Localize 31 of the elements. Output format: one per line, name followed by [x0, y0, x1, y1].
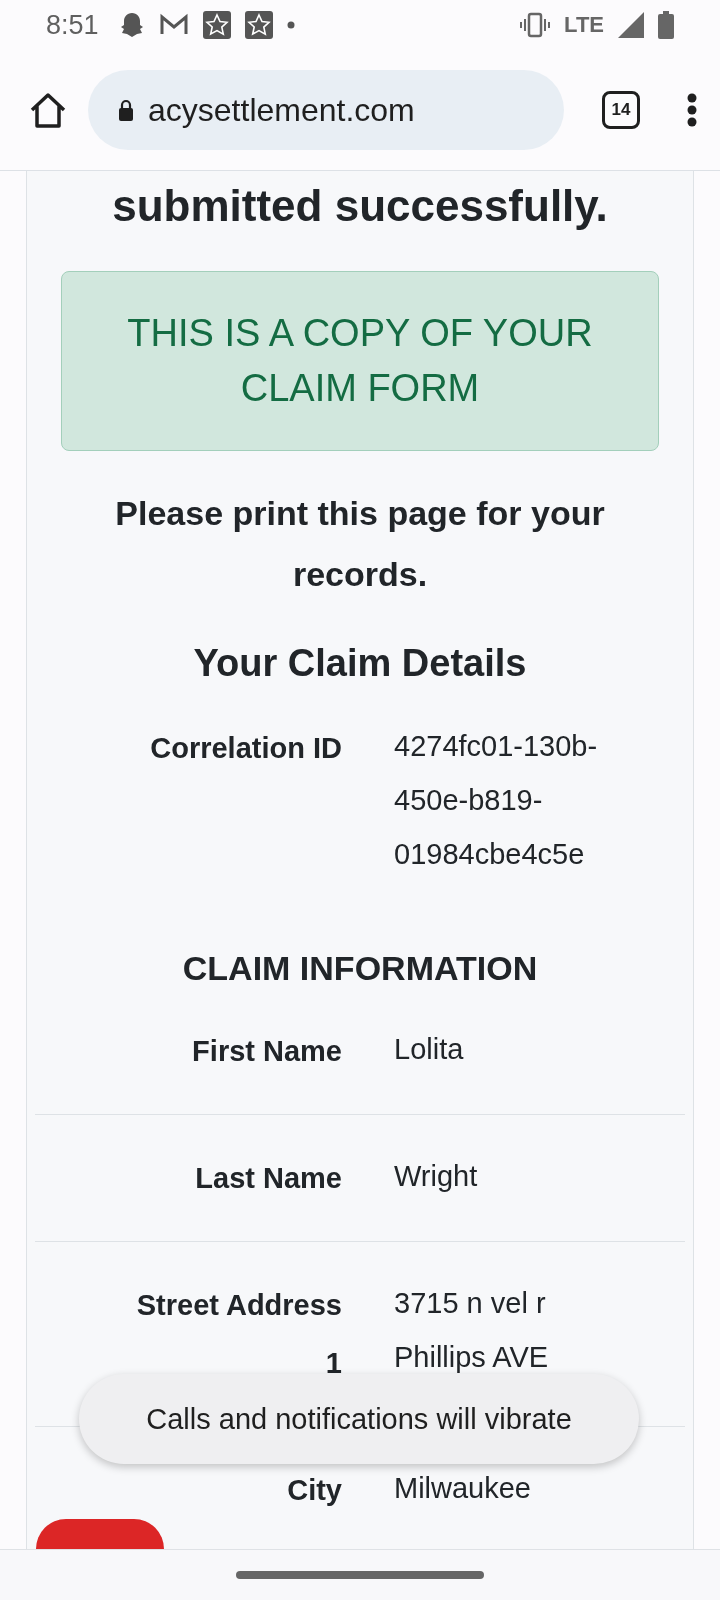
- vibrate-toast: Calls and notifications will vibrate: [79, 1374, 639, 1464]
- field-label: Last Name: [194, 1160, 342, 1196]
- field-label: City: [286, 1472, 342, 1508]
- gesture-handle[interactable]: [236, 1571, 484, 1579]
- alert-message: THIS IS A COPY OF YOUR CLAIM FORM: [61, 271, 659, 452]
- home-icon[interactable]: [28, 91, 68, 129]
- status-time: 8:51: [46, 9, 99, 41]
- section-title: CLAIM INFORMATION: [181, 948, 539, 988]
- address-bar[interactable]: acysettlement.com: [88, 70, 564, 150]
- field-value: 3715 n vel r Phillips AVE: [394, 1285, 550, 1375]
- mail-icon: [158, 13, 189, 37]
- field-label: First Name: [191, 1033, 342, 1069]
- field-value: Wright: [394, 1158, 479, 1194]
- field-value: Milwaukee: [394, 1470, 532, 1506]
- star-app-icon: [244, 11, 273, 39]
- tab-switcher-button[interactable]: 14: [602, 91, 640, 129]
- dot-icon: [286, 21, 295, 29]
- field-value: 4274fc01-130b-450e-b819-01984cbe4c5e: [394, 728, 599, 872]
- signal-icon: [618, 12, 644, 38]
- field-label: Correlation ID: [149, 730, 342, 766]
- star-app-icon: [202, 11, 231, 39]
- field-value: Lolita: [394, 1031, 465, 1067]
- battery-icon: [658, 11, 674, 39]
- vibrate-icon: [520, 12, 551, 38]
- lock-icon: [118, 99, 134, 121]
- section-title: Your Claim Details: [192, 641, 528, 685]
- url-text: acysettlement.com: [148, 91, 415, 129]
- more-icon[interactable]: [686, 93, 698, 127]
- page-heading: submitted successfully.: [111, 180, 609, 231]
- print-instruction: Please print this page for your records.: [114, 493, 606, 596]
- network-type: LTE: [564, 12, 604, 38]
